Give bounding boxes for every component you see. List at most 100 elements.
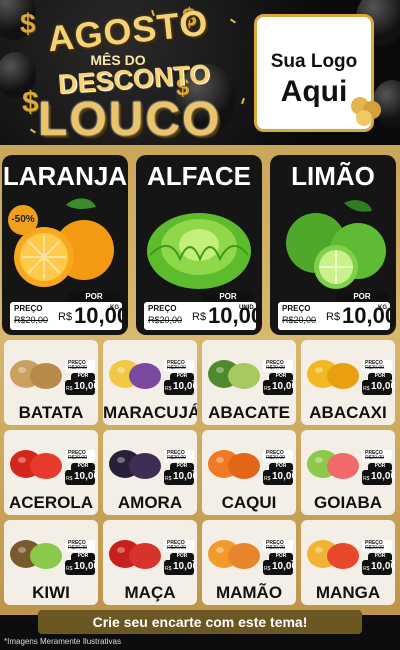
product-image [307, 540, 359, 569]
product-image [10, 360, 62, 389]
product-image [109, 360, 161, 389]
price-tag: PREÇO R$20,00 POR R$ 10,00 [164, 360, 197, 396]
lime-image [286, 200, 386, 289]
old-price: R$20,00 [68, 365, 87, 371]
old-price: R$20,00 [365, 455, 384, 461]
currency-label: R$ [326, 311, 341, 323]
old-price: R$20,00 [68, 545, 87, 551]
product-card[interactable]: PREÇO R$20,00 POR R$ 10,00 MARACUJÁ [103, 340, 197, 425]
currency-label: R$ [58, 311, 73, 323]
old-price: R$20,00 [266, 545, 285, 551]
product-card[interactable]: PREÇO R$20,00 POR R$ 10,00 KIWI [4, 520, 98, 605]
product-card[interactable]: PREÇO R$20,00 POR R$ 10,00 BATATA [4, 340, 98, 425]
product-image [208, 360, 260, 389]
old-price: R$20,00 [167, 455, 186, 461]
price-tag: PREÇO R$20,00 POR R$ 10,00 [263, 450, 296, 486]
old-price: R$20,00 [167, 545, 186, 551]
preco-label: PREÇO [282, 304, 311, 313]
disclaimer-text: *Imagens Meramente Ilustrativas [4, 637, 121, 646]
currency-label: R$ [363, 566, 370, 572]
product-card[interactable]: PREÇO R$20,00 POR R$ 10,00 GOIABA [301, 430, 395, 515]
product-card[interactable]: PREÇO R$20,00 POR R$ 10,00 ACEROLA [4, 430, 98, 515]
product-name: LARANJA [2, 161, 128, 191]
featured-card-alface[interactable]: ALFACE POR PREÇO R$20,00 R$ 10,00 UNID [136, 155, 262, 335]
hero-banner: $ $ $ $ AGOSTO MÊS DO DESCONTO LOUCO Sua… [0, 0, 400, 148]
por-label: POR [269, 553, 293, 560]
featured-card-laranja[interactable]: LARANJA -50% POR PREÇO R$20,00 R$ 10,00 … [2, 155, 128, 335]
new-price: 10,00 [342, 303, 396, 328]
currency-label: R$ [66, 566, 73, 572]
product-card[interactable]: PREÇO R$20,00 POR R$ 10,00 AMORA [103, 430, 197, 515]
por-label: POR [170, 463, 194, 470]
product-name: ALFACE [147, 161, 251, 191]
product-image [109, 540, 161, 569]
unit-label: KG [110, 305, 119, 311]
preco-label: PREÇO [148, 304, 177, 313]
preco-label: PREÇO [14, 304, 43, 313]
product-name: MAMÃO [215, 583, 283, 602]
price-tag: POR PREÇO R$20,00 R$ 10,00 KG [278, 291, 396, 333]
create-flyer-banner[interactable]: Crie seu encarte com este tema! [38, 610, 362, 634]
product-name: ABACATE [208, 403, 290, 422]
old-price: R$20,00 [266, 365, 285, 371]
price-tag: PREÇO R$20,00 POR R$ 10,00 [65, 450, 98, 486]
product-name: CAQUI [221, 493, 277, 512]
por-label: POR [269, 373, 293, 380]
old-price: R$20,00 [282, 315, 317, 325]
product-card[interactable]: PREÇO R$20,00 POR R$ 10,00 MAÇA [103, 520, 197, 605]
product-image [10, 540, 62, 569]
price-tag: PREÇO R$20,00 POR R$ 10,00 [362, 360, 395, 396]
new-price: 10,00 [173, 381, 197, 392]
por-label: POR [269, 463, 293, 470]
price-tag: POR PREÇO R$20,00 R$ 10,00 UNID [144, 291, 262, 333]
product-name: MANGA [315, 583, 381, 602]
currency-label: R$ [165, 386, 172, 392]
old-price: R$20,00 [365, 365, 384, 371]
old-price: R$20,00 [14, 315, 49, 325]
price-tag: PREÇO R$20,00 POR R$ 10,00 [164, 540, 197, 576]
currency-label: R$ [363, 386, 370, 392]
product-image [10, 450, 62, 479]
new-price: 10,00 [371, 471, 395, 482]
logo-text-line1: Sua Logo [270, 51, 358, 72]
product-name: LIMÃO [291, 161, 375, 191]
product-image [208, 450, 260, 479]
new-price: 10,00 [272, 471, 296, 482]
promo-title: AGOSTO MÊS DO DESCONTO LOUCO [8, 2, 248, 146]
por-label: POR [170, 553, 194, 560]
old-price: R$20,00 [167, 365, 186, 371]
new-price: 10,00 [74, 561, 98, 572]
new-price: 10,00 [272, 381, 296, 392]
product-name: KIWI [32, 583, 70, 602]
currency-label: R$ [192, 311, 207, 323]
currency-label: R$ [66, 386, 73, 392]
new-price: 10,00 [371, 561, 395, 572]
price-tag: PREÇO R$20,00 POR R$ 10,00 [65, 540, 98, 576]
product-image [307, 360, 359, 389]
price-tag: PREÇO R$20,00 POR R$ 10,00 [362, 540, 395, 576]
por-label: POR [202, 291, 254, 302]
product-name: MARACUJÁ [103, 403, 197, 422]
price-tag: PREÇO R$20,00 POR R$ 10,00 [65, 360, 98, 396]
product-card[interactable]: PREÇO R$20,00 POR R$ 10,00 ABACATE [202, 340, 296, 425]
product-card[interactable]: PREÇO R$20,00 POR R$ 10,00 ABACAXI [301, 340, 395, 425]
product-name: ABACAXI [309, 403, 387, 422]
lettuce-image [147, 213, 251, 289]
product-image [208, 540, 260, 569]
price-tag: POR PREÇO R$20,00 R$ 10,00 KG [10, 291, 128, 333]
new-price: 10,00 [74, 303, 128, 328]
product-image [307, 450, 359, 479]
product-card[interactable]: PREÇO R$20,00 POR R$ 10,00 CAQUI [202, 430, 296, 515]
currency-label: R$ [264, 386, 271, 392]
currency-label: R$ [264, 476, 271, 482]
product-card[interactable]: PREÇO R$20,00 POR R$ 10,00 MANGA [301, 520, 395, 605]
por-label: POR [368, 553, 392, 560]
product-image [109, 450, 161, 479]
unit-label: KG [378, 305, 387, 311]
currency-label: R$ [165, 476, 172, 482]
price-tag: PREÇO R$20,00 POR R$ 10,00 [164, 450, 197, 486]
featured-card-limao[interactable]: LIMÃO POR PREÇO R$20,00 R$ 10,00 KG [270, 155, 396, 335]
product-card[interactable]: PREÇO R$20,00 POR R$ 10,00 MAMÃO [202, 520, 296, 605]
price-tag: PREÇO R$20,00 POR R$ 10,00 [362, 450, 395, 486]
price-tag: PREÇO R$20,00 POR R$ 10,00 [263, 360, 296, 396]
